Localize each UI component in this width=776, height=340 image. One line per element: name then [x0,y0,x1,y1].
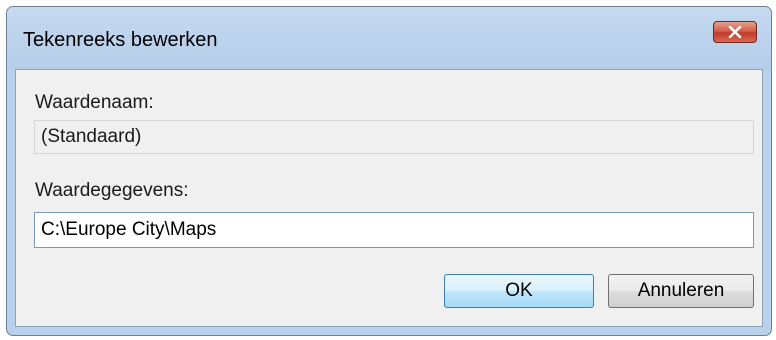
dialog-window: Tekenreeks bewerken Waardenaam: (Standaa… [6,6,772,336]
value-data-label: Waardegegevens: [35,180,189,201]
title-bar[interactable]: Tekenreeks bewerken [7,7,771,69]
ok-button[interactable]: OK [444,274,594,308]
dialog-body: Waardenaam: (Standaard) Waardegegevens: … [15,69,763,327]
window-title: Tekenreeks bewerken [23,29,218,51]
value-name-label: Waardenaam: [35,92,154,113]
cancel-button[interactable]: Annuleren [608,274,754,308]
close-x-icon [728,26,742,38]
value-name-field: (Standaard) [34,120,754,154]
close-button[interactable] [713,21,757,43]
value-data-input[interactable] [34,212,754,248]
